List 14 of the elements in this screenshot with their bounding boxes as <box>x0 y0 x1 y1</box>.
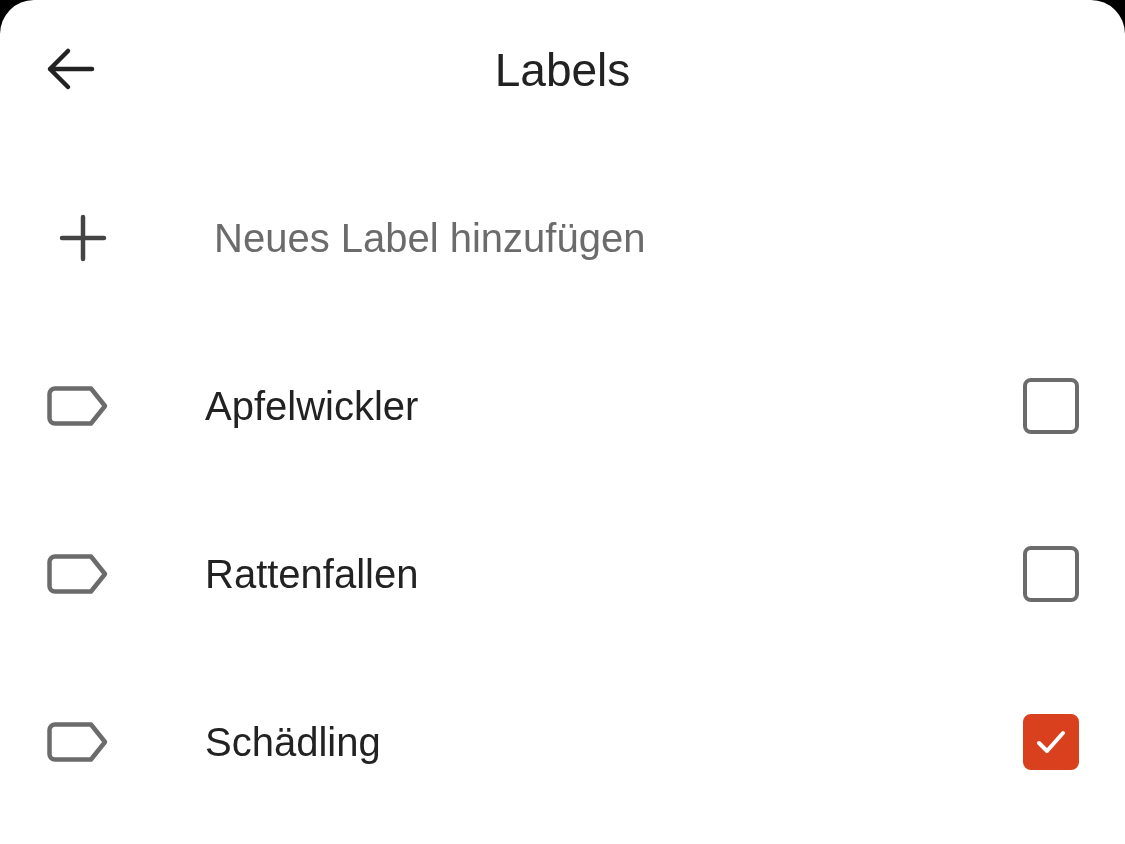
label-name: Rattenfallen <box>205 551 420 597</box>
label-name: Schädling <box>205 719 382 765</box>
label-checkbox[interactable] <box>1023 546 1079 602</box>
label-checkbox[interactable] <box>1023 378 1079 434</box>
add-button[interactable] <box>58 213 108 263</box>
new-label-field[interactable]: Neues Label hinzufügen <box>214 215 914 261</box>
plus-icon <box>58 213 108 263</box>
tag-icon <box>47 554 109 594</box>
check-icon <box>1035 728 1067 756</box>
label-checkbox[interactable] <box>1023 714 1079 770</box>
tag-icon <box>47 386 109 426</box>
tag-icon <box>47 722 109 762</box>
screen-title: Labels <box>494 43 631 98</box>
label-name: Apfelwickler <box>205 383 420 429</box>
